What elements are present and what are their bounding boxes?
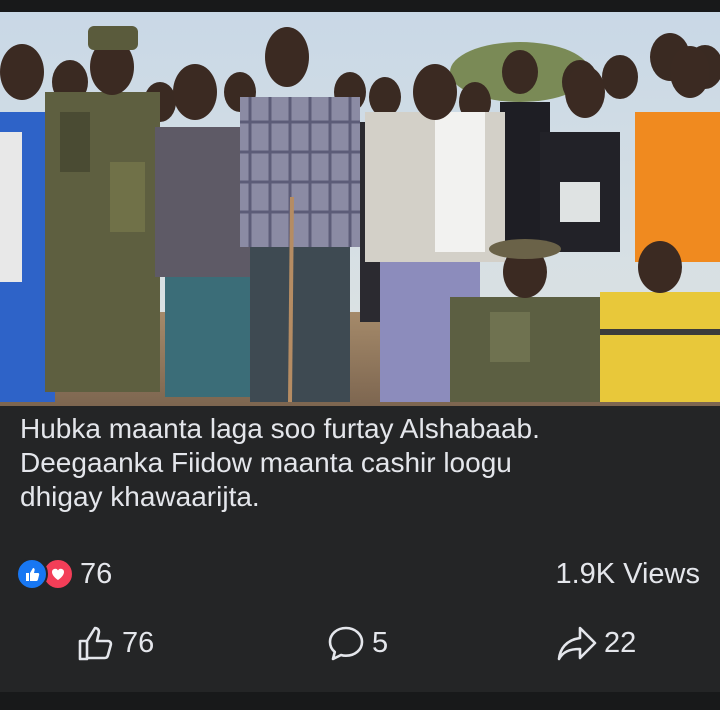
reaction-count: 76 xyxy=(80,557,113,590)
share-button[interactable]: 22 xyxy=(556,618,636,668)
caption-line: Hubka maanta laga soo furtay Alshabaab. xyxy=(20,413,540,444)
caption-line: dhigay khawaarijta. xyxy=(20,481,260,512)
share-icon xyxy=(557,626,597,661)
top-bar xyxy=(0,0,720,12)
action-bar: 76 5 22 xyxy=(0,618,720,668)
like-count: 76 xyxy=(122,626,155,659)
like-button[interactable]: 76 xyxy=(76,618,154,668)
like-icon xyxy=(16,558,48,590)
post-caption: Hubka maanta laga soo furtay Alshabaab. … xyxy=(20,412,700,514)
bottom-bar xyxy=(0,692,720,710)
thumbs-up-icon xyxy=(78,626,113,661)
share-count: 22 xyxy=(604,626,637,659)
view-count[interactable]: 1.9K Views xyxy=(555,556,700,592)
comment-icon xyxy=(328,626,364,661)
post-photo[interactable] xyxy=(0,12,720,406)
caption-line: Deegaanka Fiidow maanta cashir loogu xyxy=(20,447,512,478)
reactions-summary[interactable]: 76 xyxy=(16,556,112,592)
comment-count: 5 xyxy=(372,626,389,659)
comment-button[interactable]: 5 xyxy=(326,618,388,668)
